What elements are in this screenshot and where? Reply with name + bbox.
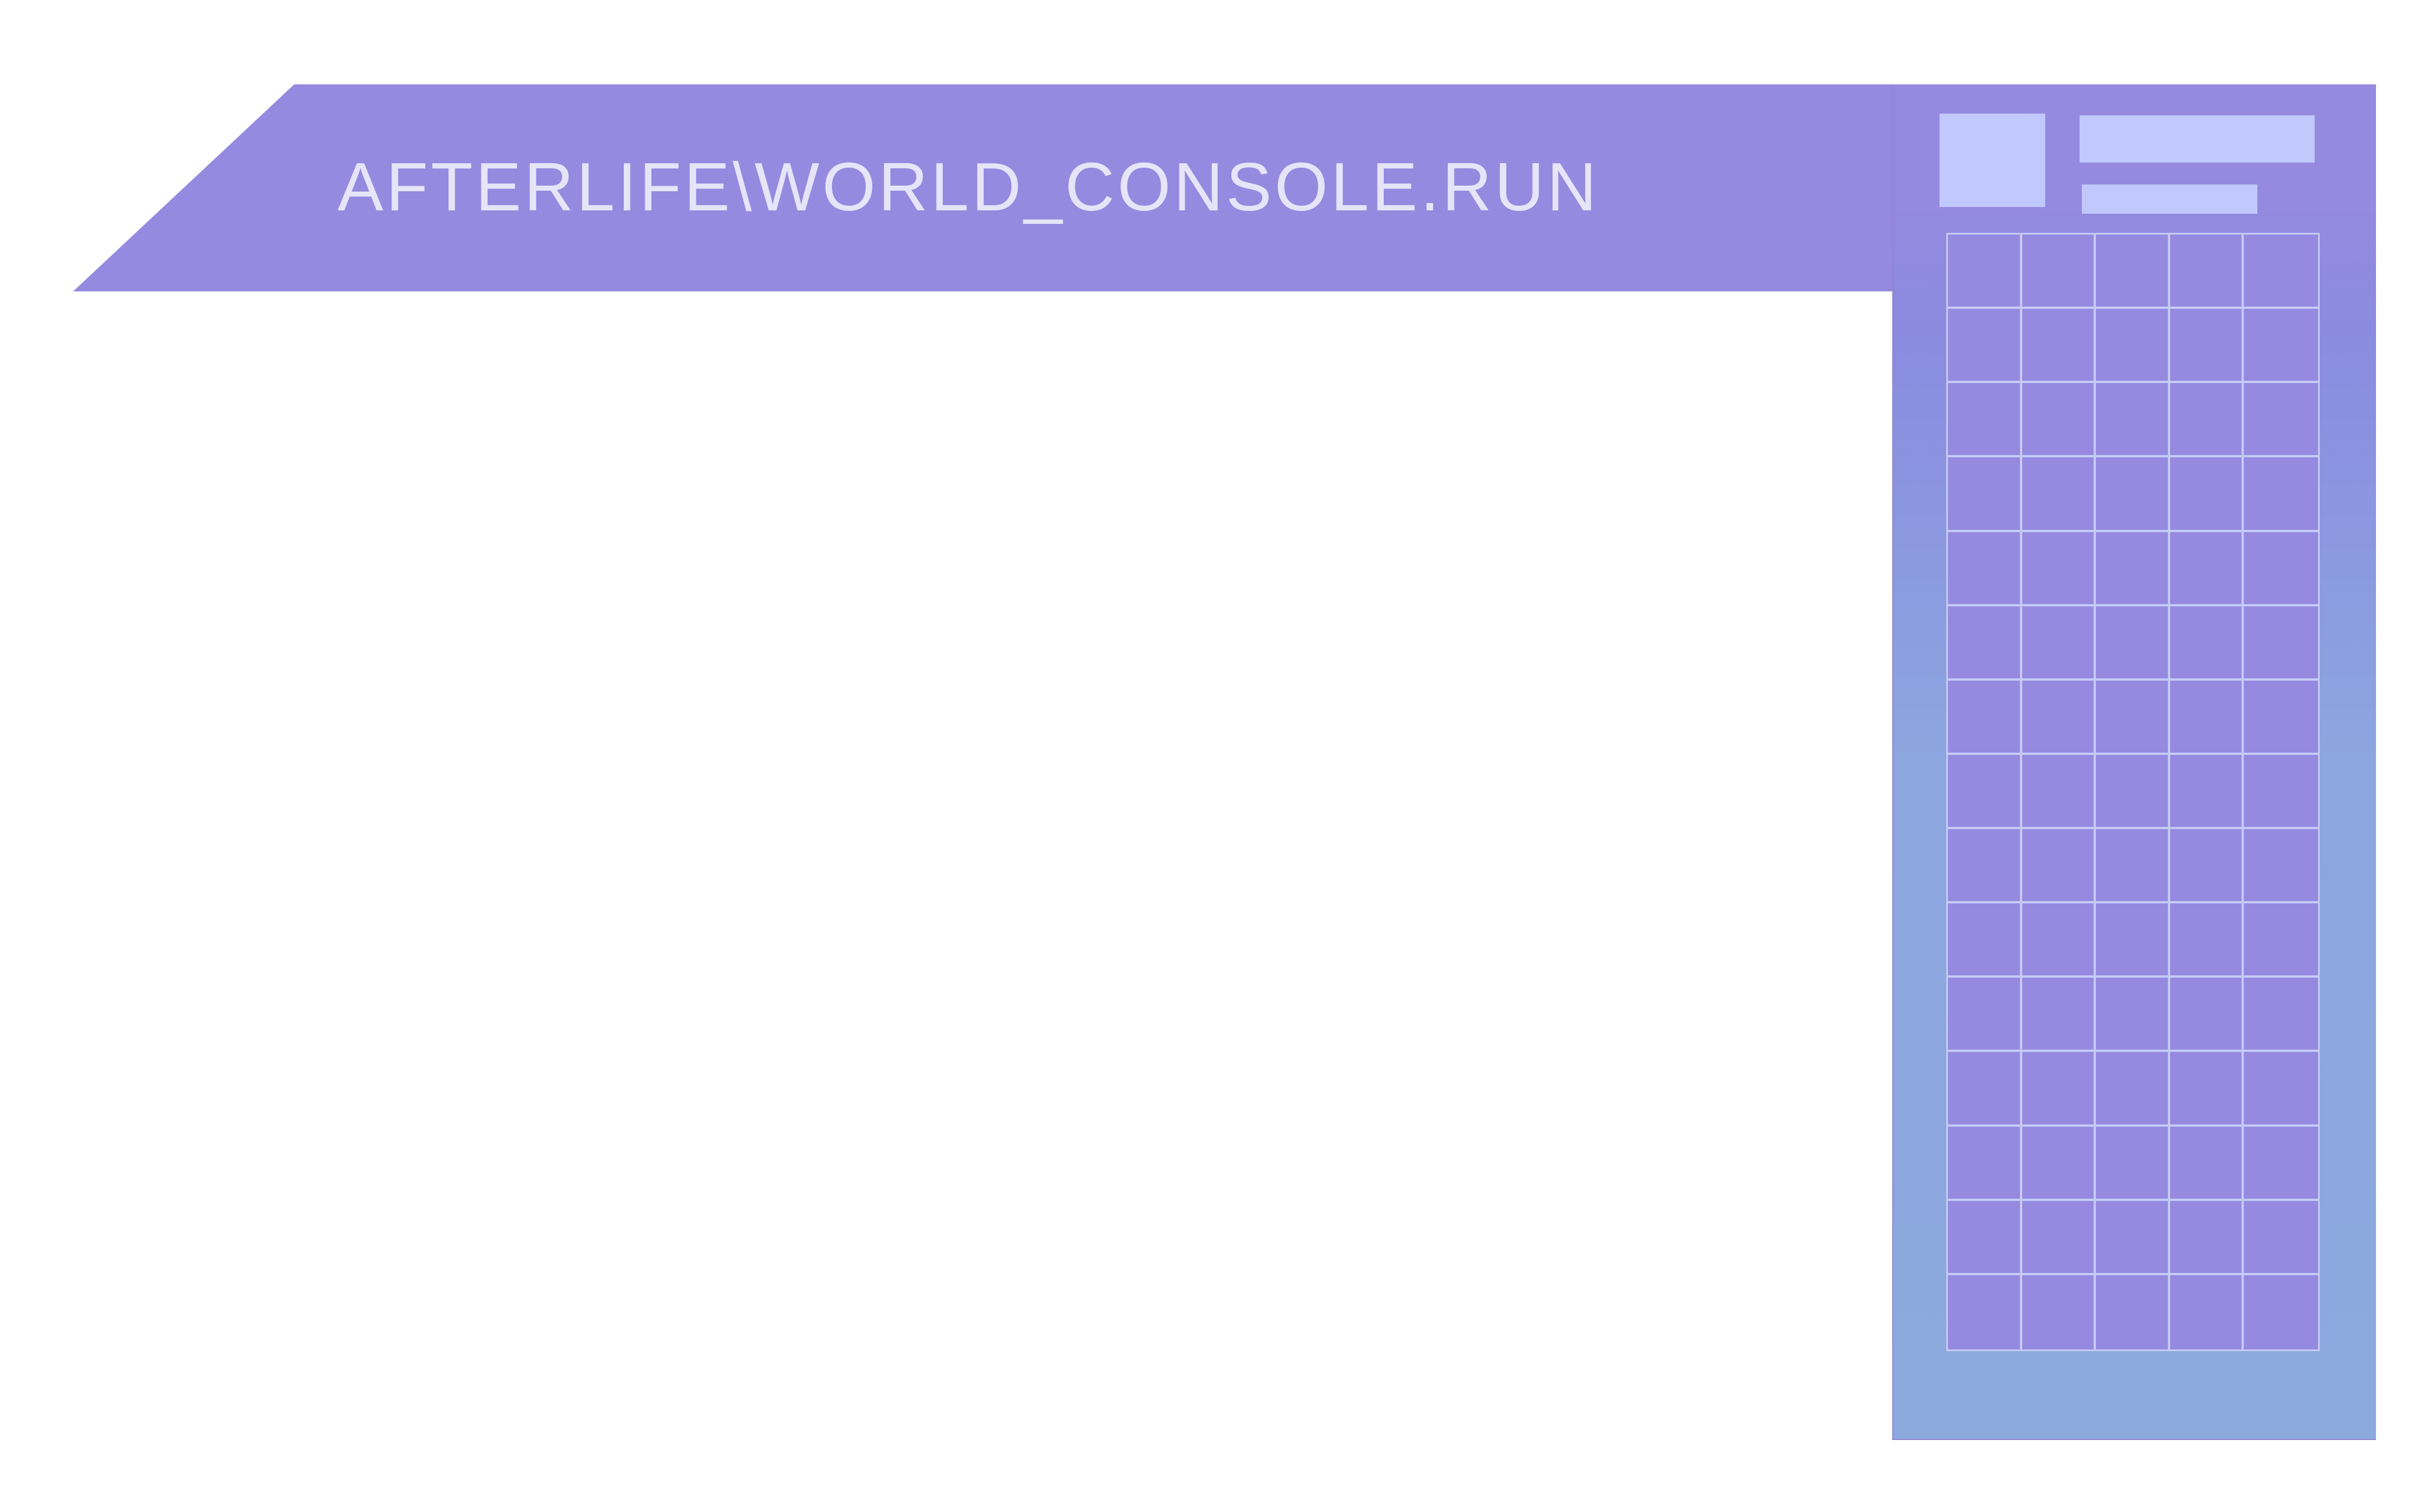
grid-slot[interactable] xyxy=(2170,680,2244,755)
grid-slot[interactable] xyxy=(2022,680,2096,755)
inventory-grid xyxy=(1946,233,2320,1351)
grid-slot[interactable] xyxy=(1948,754,2022,830)
grid-slot[interactable] xyxy=(2022,383,2096,458)
grid-slot[interactable] xyxy=(2096,1052,2170,1127)
grid-slot[interactable] xyxy=(2170,829,2244,904)
grid-slot[interactable] xyxy=(2170,383,2244,458)
grid-slot[interactable] xyxy=(2244,978,2318,1052)
grid-slot[interactable] xyxy=(1948,1052,2022,1127)
grid-slot[interactable] xyxy=(1948,1126,2022,1201)
grid-slot[interactable] xyxy=(2096,606,2170,681)
grid-slot[interactable] xyxy=(1948,606,2022,681)
grid-slot[interactable] xyxy=(2022,606,2096,681)
grid-slot[interactable] xyxy=(1948,309,2022,384)
grid-slot[interactable] xyxy=(2022,235,2096,309)
window-title: AFTERLIFE\WORLD_CONSOLE.RUN xyxy=(338,148,1600,225)
grid-slot[interactable] xyxy=(2022,829,2096,904)
grid-slot[interactable] xyxy=(1948,532,2022,606)
grid-slot[interactable] xyxy=(2170,235,2244,309)
grid-slot[interactable] xyxy=(2244,1126,2318,1201)
grid-slot[interactable] xyxy=(2244,309,2318,384)
grid-slot[interactable] xyxy=(2022,1200,2096,1275)
grid-slot[interactable] xyxy=(2022,1052,2096,1127)
grid-slot[interactable] xyxy=(2170,309,2244,384)
grid-slot[interactable] xyxy=(2096,680,2170,755)
grid-slot[interactable] xyxy=(2244,457,2318,532)
grid-slot[interactable] xyxy=(2096,903,2170,978)
grid-slot[interactable] xyxy=(2244,606,2318,681)
grid-slot[interactable] xyxy=(2170,978,2244,1052)
grid-slot[interactable] xyxy=(2022,754,2096,830)
grid-slot[interactable] xyxy=(2244,1275,2318,1349)
grid-slot[interactable] xyxy=(2244,754,2318,830)
grid-slot[interactable] xyxy=(2096,978,2170,1052)
grid-slot[interactable] xyxy=(2170,606,2244,681)
grid-slot[interactable] xyxy=(2096,1275,2170,1349)
grid-slot[interactable] xyxy=(2022,903,2096,978)
grid-slot[interactable] xyxy=(2096,532,2170,606)
grid-slot[interactable] xyxy=(1948,1275,2022,1349)
grid-slot[interactable] xyxy=(2244,235,2318,309)
grid-slot[interactable] xyxy=(1948,680,2022,755)
grid-slot[interactable] xyxy=(2096,1200,2170,1275)
grid-slot[interactable] xyxy=(2170,457,2244,532)
grid-slot[interactable] xyxy=(2170,1275,2244,1349)
grid-slot[interactable] xyxy=(2170,1126,2244,1201)
grid-slot[interactable] xyxy=(2170,1200,2244,1275)
grid-slot[interactable] xyxy=(2244,532,2318,606)
grid-slot[interactable] xyxy=(2096,829,2170,904)
grid-slot[interactable] xyxy=(2170,532,2244,606)
grid-slot[interactable] xyxy=(2244,1052,2318,1127)
grid-slot[interactable] xyxy=(1948,1200,2022,1275)
grid-slot[interactable] xyxy=(2244,903,2318,978)
heading-placeholder-bar xyxy=(2080,115,2315,163)
thumbnail-placeholder xyxy=(1940,114,2045,207)
subheading-placeholder-bar xyxy=(2082,184,2257,214)
grid-slot[interactable] xyxy=(2022,457,2096,532)
grid-slot[interactable] xyxy=(2022,1275,2096,1349)
grid-slot[interactable] xyxy=(2244,829,2318,904)
grid-slot[interactable] xyxy=(2096,1126,2170,1201)
grid-slot[interactable] xyxy=(1948,978,2022,1052)
grid-slot[interactable] xyxy=(2022,978,2096,1052)
grid-slot[interactable] xyxy=(2022,532,2096,606)
grid-slot[interactable] xyxy=(2244,1200,2318,1275)
grid-slot[interactable] xyxy=(2096,383,2170,458)
grid-slot[interactable] xyxy=(1948,903,2022,978)
grid-slot[interactable] xyxy=(1948,235,2022,309)
grid-slot[interactable] xyxy=(1948,383,2022,458)
grid-slot[interactable] xyxy=(2022,1126,2096,1201)
grid-slot[interactable] xyxy=(2170,1052,2244,1127)
grid-slot[interactable] xyxy=(2096,309,2170,384)
grid-slot[interactable] xyxy=(2096,754,2170,830)
grid-slot[interactable] xyxy=(2170,903,2244,978)
grid-slot[interactable] xyxy=(2096,457,2170,532)
grid-slot[interactable] xyxy=(2096,235,2170,309)
grid-slot[interactable] xyxy=(1948,457,2022,532)
grid-slot[interactable] xyxy=(2022,309,2096,384)
grid-slot[interactable] xyxy=(2170,754,2244,830)
grid-slot[interactable] xyxy=(1948,829,2022,904)
grid-slot[interactable] xyxy=(2244,680,2318,755)
grid-slot[interactable] xyxy=(2244,383,2318,458)
